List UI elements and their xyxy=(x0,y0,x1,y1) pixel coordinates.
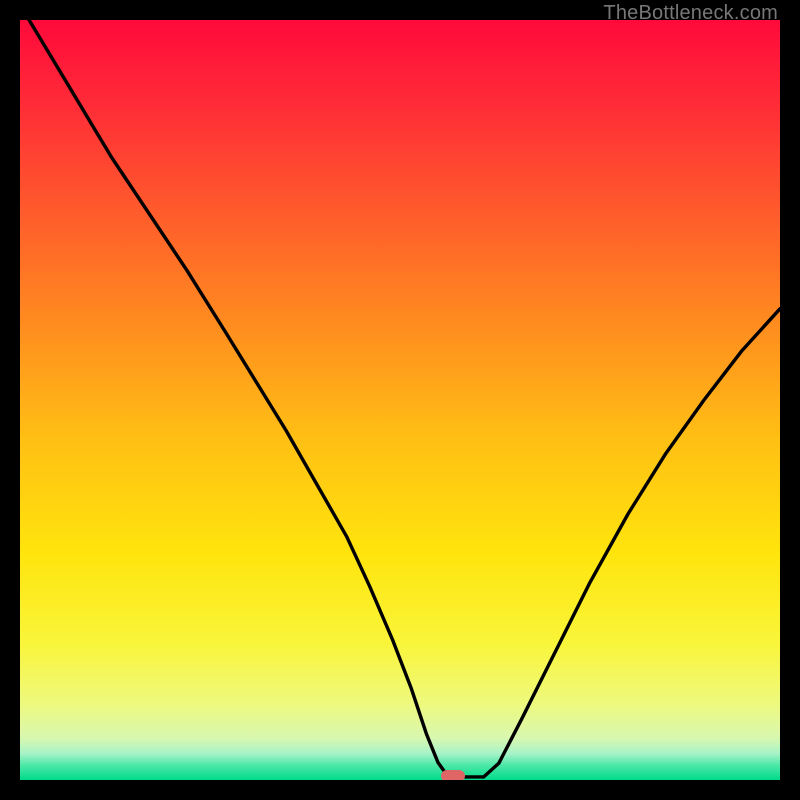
bottleneck-curve xyxy=(20,20,780,777)
plot-area xyxy=(20,20,780,780)
chart-frame: TheBottleneck.com xyxy=(0,0,800,800)
watermark-text: TheBottleneck.com xyxy=(603,2,778,25)
optimal-marker xyxy=(441,770,465,780)
curve-layer xyxy=(20,20,780,780)
